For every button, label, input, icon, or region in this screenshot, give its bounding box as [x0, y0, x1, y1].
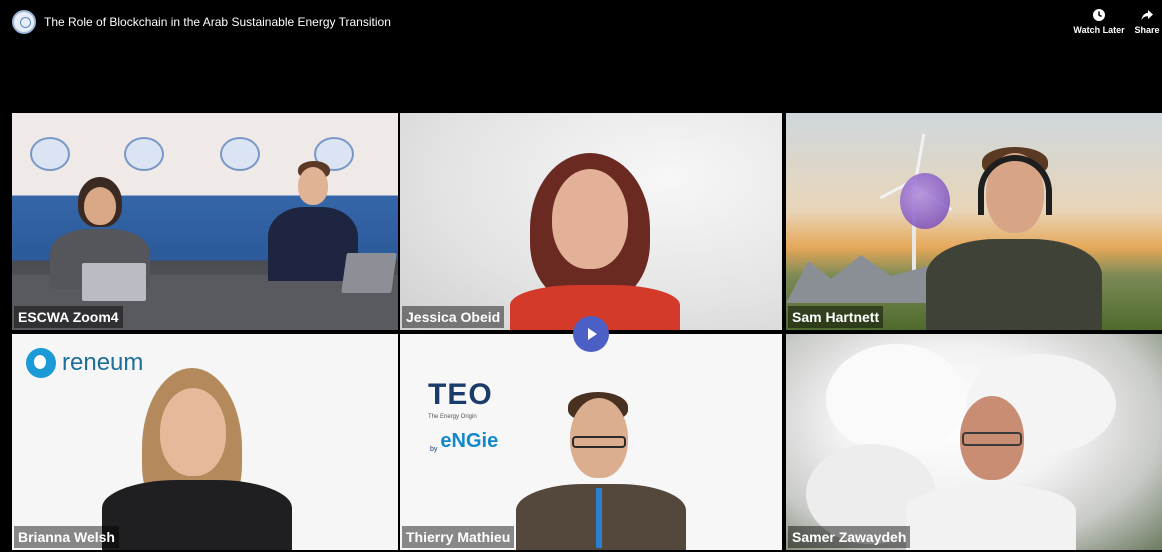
person-man-bald	[906, 396, 1076, 550]
share-button[interactable]: Share	[1133, 8, 1161, 35]
glasses-icon	[962, 432, 1022, 446]
participant-name-label: Samer Zawaydeh	[788, 526, 911, 548]
clock-icon	[1093, 9, 1105, 21]
video-title[interactable]: The Role of Blockchain in the Arab Susta…	[44, 15, 391, 29]
channel-logo[interactable]	[12, 10, 36, 34]
participant-tile-thierry-mathieu[interactable]: TEO The Energy Origin by eNGie Thierry M…	[400, 334, 782, 550]
reneum-mark-icon	[26, 348, 56, 378]
participant-tile-sam-hartnett[interactable]: Sam Hartnett	[786, 113, 1162, 330]
participant-tile-escwa-zoom4[interactable]: ESCWA Zoom4	[12, 113, 398, 330]
person-man-headphones	[926, 147, 1102, 330]
un-emblem-icon	[30, 137, 70, 171]
lanyard	[596, 488, 602, 548]
participant-tile-brianna-welsh[interactable]: reneum Brianna Welsh	[12, 334, 398, 550]
teo-logo: TEO The Energy Origin	[428, 378, 493, 420]
participant-name-label: Brianna Welsh	[14, 526, 119, 548]
engie-logo-text: eNGie	[440, 430, 499, 452]
teo-logo-text: TEO	[428, 378, 493, 411]
share-label: Share	[1134, 25, 1160, 35]
video-header: The Role of Blockchain in the Arab Susta…	[0, 0, 1162, 112]
teo-logo-subtitle: The Energy Origin	[428, 414, 477, 420]
un-emblem-icon	[220, 137, 260, 171]
person-woman-blonde	[102, 368, 292, 550]
un-emblem-icon	[124, 137, 164, 171]
engie-by-text: by	[430, 446, 438, 453]
participant-name-label: Sam Hartnett	[788, 306, 884, 328]
participant-tile-jessica-obeid[interactable]: Jessica Obeid	[400, 113, 782, 330]
glasses-icon	[572, 436, 626, 448]
participant-tile-samer-zawaydeh[interactable]: Samer Zawaydeh	[786, 334, 1162, 550]
engie-logo: by eNGie	[430, 430, 498, 453]
participant-name-label: Jessica Obeid	[402, 306, 505, 328]
laptop	[341, 253, 397, 293]
watch-later-button[interactable]: Watch Later	[1073, 8, 1125, 35]
person-woman	[510, 153, 680, 330]
participant-name-label: ESCWA Zoom4	[14, 306, 123, 328]
watch-later-label: Watch Later	[1073, 25, 1125, 35]
laptop	[82, 263, 146, 301]
play-button[interactable]	[573, 316, 609, 352]
share-arrow-icon	[1141, 10, 1153, 20]
person-man-glasses	[516, 392, 686, 550]
participant-name-label: Thierry Mathieu	[402, 526, 515, 548]
